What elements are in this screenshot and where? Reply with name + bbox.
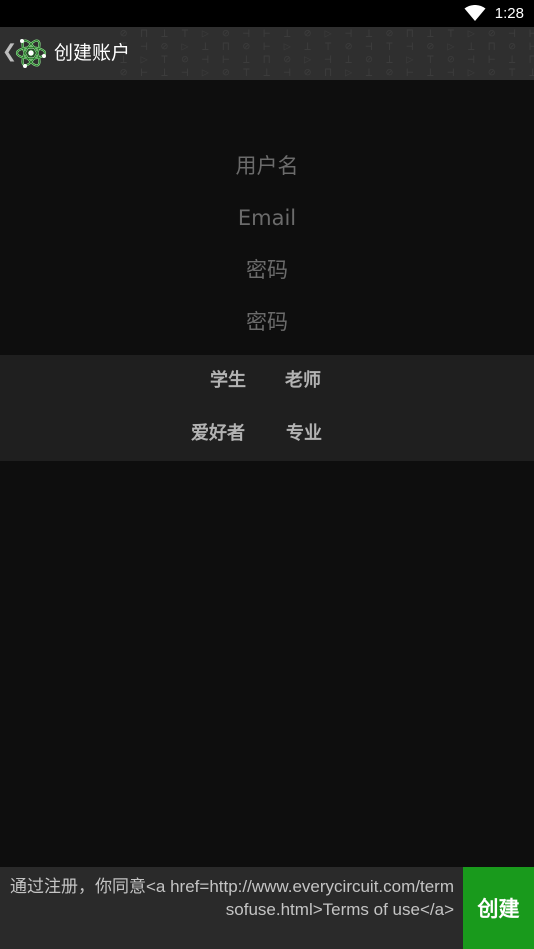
username-field[interactable] <box>115 140 419 192</box>
action-bar: ⊘ ⊓ ⊥ ⊤ ▷ ⊘ ⊣ ⊢ ⊥ ⊘ ▷ ⊣ ⊥ ⊘ ⊓ ⊥ ⊤ ▷ ⊘ ⊣ … <box>0 27 534 80</box>
email-field[interactable] <box>115 192 419 244</box>
status-bar: 1:28 <box>0 0 534 27</box>
create-account-screen: 1:28 ⊘ ⊓ ⊥ ⊤ ▷ ⊘ ⊣ ⊢ ⊥ ⊘ ▷ ⊣ ⊥ ⊘ ⊓ ⊥ ⊤ ▷… <box>0 0 534 949</box>
status-time: 1:28 <box>494 5 524 22</box>
role-student-option[interactable]: 学生 <box>210 369 246 393</box>
role-hobbyist-option[interactable]: 爱好者 <box>191 422 245 446</box>
role-teacher-option[interactable]: 老师 <box>285 369 321 393</box>
terms-notice: 通过注册，你同意<a href=http://www.everycircuit.… <box>10 877 454 919</box>
create-button[interactable]: 创建 <box>463 867 534 949</box>
footer-bar: 通过注册，你同意<a href=http://www.everycircuit.… <box>0 867 534 949</box>
wifi-icon <box>464 5 486 21</box>
signup-form <box>0 140 534 348</box>
page-title: 创建账户 <box>54 42 131 64</box>
everycircuit-logo-icon <box>15 39 47 68</box>
role-selector: 学生 老师 爱好者 专业 <box>0 355 534 461</box>
password-field[interactable] <box>115 244 419 296</box>
navigate-up-button[interactable]: ❮ 创建账户 <box>0 27 130 80</box>
role-professional-option[interactable]: 专业 <box>286 422 322 446</box>
header-background-pattern: ⊘ ⊓ ⊥ ⊤ ▷ ⊘ ⊣ ⊢ ⊥ ⊘ ▷ ⊣ ⊥ ⊘ ⊓ ⊥ ⊤ ▷ ⊘ ⊣ … <box>120 27 534 79</box>
password-confirm-field[interactable] <box>115 296 419 348</box>
